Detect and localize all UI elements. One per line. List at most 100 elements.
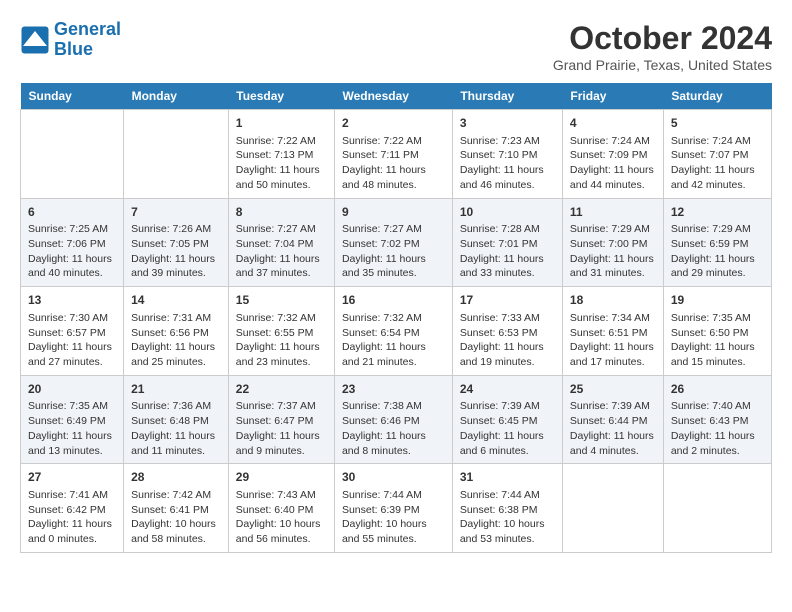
day-cell: 22Sunrise: 7:37 AM Sunset: 6:47 PM Dayli… — [228, 375, 334, 464]
day-info: Sunrise: 7:33 AM Sunset: 6:53 PM Dayligh… — [460, 311, 555, 370]
day-info: Sunrise: 7:26 AM Sunset: 7:05 PM Dayligh… — [131, 222, 221, 281]
day-info: Sunrise: 7:23 AM Sunset: 7:10 PM Dayligh… — [460, 134, 555, 193]
day-number: 30 — [342, 469, 445, 486]
day-info: Sunrise: 7:36 AM Sunset: 6:48 PM Dayligh… — [131, 399, 221, 458]
week-row-1: 1Sunrise: 7:22 AM Sunset: 7:13 PM Daylig… — [21, 110, 772, 199]
day-info: Sunrise: 7:35 AM Sunset: 6:49 PM Dayligh… — [28, 399, 116, 458]
day-cell: 8Sunrise: 7:27 AM Sunset: 7:04 PM Daylig… — [228, 198, 334, 287]
day-number: 5 — [671, 115, 764, 132]
day-number: 4 — [570, 115, 656, 132]
day-number: 3 — [460, 115, 555, 132]
week-row-2: 6Sunrise: 7:25 AM Sunset: 7:06 PM Daylig… — [21, 198, 772, 287]
day-number: 28 — [131, 469, 221, 486]
col-saturday: Saturday — [663, 83, 771, 110]
day-cell: 17 Sunrise: 7:33 AM Sunset: 6:53 PM Dayli… — [452, 287, 562, 376]
day-info: Sunrise: 7:22 AM Sunset: 7:11 PM Dayligh… — [342, 134, 445, 193]
day-info: Sunrise: 7:43 AM Sunset: 6:40 PM Dayligh… — [236, 488, 327, 547]
day-number: 12 — [671, 204, 764, 221]
day-info: Sunrise: 7:44 AM Sunset: 6:38 PM Dayligh… — [460, 488, 555, 547]
day-number: 21 — [131, 381, 221, 398]
day-cell: 9Sunrise: 7:27 AM Sunset: 7:02 PM Daylig… — [334, 198, 452, 287]
day-info: Sunrise: 7:41 AM Sunset: 6:42 PM Dayligh… — [28, 488, 116, 547]
day-number: 18 — [570, 292, 656, 309]
logo-text: General Blue — [54, 20, 121, 60]
day-number: 19 — [671, 292, 764, 309]
day-info: Sunrise: 7:39 AM Sunset: 6:45 PM Dayligh… — [460, 399, 555, 458]
day-info: Sunrise: 7:24 AM Sunset: 7:09 PM Dayligh… — [570, 134, 656, 193]
day-number: 31 — [460, 469, 555, 486]
day-info: Sunrise: 7:27 AM Sunset: 7:04 PM Dayligh… — [236, 222, 327, 281]
calendar-body: 1Sunrise: 7:22 AM Sunset: 7:13 PM Daylig… — [21, 110, 772, 553]
day-info: Sunrise: 7:28 AM Sunset: 7:01 PM Dayligh… — [460, 222, 555, 281]
day-number: 17 — [460, 292, 555, 309]
day-cell: 31 Sunrise: 7:44 AM Sunset: 6:38 PM Dayli… — [452, 464, 562, 553]
day-info: Sunrise: 7:32 AM Sunset: 6:55 PM Dayligh… — [236, 311, 327, 370]
day-number: 14 — [131, 292, 221, 309]
day-cell: 30 Sunrise: 7:44 AM Sunset: 6:39 PM Dayli… — [334, 464, 452, 553]
day-cell: 16 Sunrise: 7:32 AM Sunset: 6:54 PM Dayli… — [334, 287, 452, 376]
day-cell — [21, 110, 124, 199]
day-info: Sunrise: 7:32 AM Sunset: 6:54 PM Dayligh… — [342, 311, 445, 370]
day-cell: 6Sunrise: 7:25 AM Sunset: 7:06 PM Daylig… — [21, 198, 124, 287]
title-block: October 2024 Grand Prairie, Texas, Unite… — [553, 20, 772, 73]
day-info: Sunrise: 7:30 AM Sunset: 6:57 PM Dayligh… — [28, 311, 116, 370]
logo: General Blue — [20, 20, 121, 60]
day-number: 7 — [131, 204, 221, 221]
day-number: 2 — [342, 115, 445, 132]
calendar-header: Sunday Monday Tuesday Wednesday Thursday… — [21, 83, 772, 110]
day-info: Sunrise: 7:42 AM Sunset: 6:41 PM Dayligh… — [131, 488, 221, 547]
col-sunday: Sunday — [21, 83, 124, 110]
day-number: 6 — [28, 204, 116, 221]
day-number: 15 — [236, 292, 327, 309]
day-number: 16 — [342, 292, 445, 309]
day-cell: 4 Sunrise: 7:24 AM Sunset: 7:09 PM Daylig… — [562, 110, 663, 199]
day-info: Sunrise: 7:34 AM Sunset: 6:51 PM Dayligh… — [570, 311, 656, 370]
main-title: October 2024 — [553, 20, 772, 57]
day-number: 22 — [236, 381, 327, 398]
day-number: 13 — [28, 292, 116, 309]
col-friday: Friday — [562, 83, 663, 110]
day-number: 27 — [28, 469, 116, 486]
day-info: Sunrise: 7:29 AM Sunset: 6:59 PM Dayligh… — [671, 222, 764, 281]
calendar-table: Sunday Monday Tuesday Wednesday Thursday… — [20, 83, 772, 553]
day-cell: 19 Sunrise: 7:35 AM Sunset: 6:50 PM Dayli… — [663, 287, 771, 376]
day-info: Sunrise: 7:39 AM Sunset: 6:44 PM Dayligh… — [570, 399, 656, 458]
day-number: 23 — [342, 381, 445, 398]
day-number: 8 — [236, 204, 327, 221]
day-info: Sunrise: 7:31 AM Sunset: 6:56 PM Dayligh… — [131, 311, 221, 370]
day-cell: 7Sunrise: 7:26 AM Sunset: 7:05 PM Daylig… — [124, 198, 229, 287]
col-tuesday: Tuesday — [228, 83, 334, 110]
day-cell: 21Sunrise: 7:36 AM Sunset: 6:48 PM Dayli… — [124, 375, 229, 464]
day-cell — [562, 464, 663, 553]
day-cell — [663, 464, 771, 553]
day-cell: 20Sunrise: 7:35 AM Sunset: 6:49 PM Dayli… — [21, 375, 124, 464]
day-cell: 5Sunrise: 7:24 AM Sunset: 7:07 PM Daylig… — [663, 110, 771, 199]
day-cell: 18 Sunrise: 7:34 AM Sunset: 6:51 PM Dayli… — [562, 287, 663, 376]
day-info: Sunrise: 7:44 AM Sunset: 6:39 PM Dayligh… — [342, 488, 445, 547]
day-info: Sunrise: 7:37 AM Sunset: 6:47 PM Dayligh… — [236, 399, 327, 458]
logo-icon — [20, 25, 50, 55]
col-thursday: Thursday — [452, 83, 562, 110]
day-cell: 10Sunrise: 7:28 AM Sunset: 7:01 PM Dayli… — [452, 198, 562, 287]
day-info: Sunrise: 7:35 AM Sunset: 6:50 PM Dayligh… — [671, 311, 764, 370]
day-cell: 1Sunrise: 7:22 AM Sunset: 7:13 PM Daylig… — [228, 110, 334, 199]
week-row-4: 20Sunrise: 7:35 AM Sunset: 6:49 PM Dayli… — [21, 375, 772, 464]
day-cell: 25Sunrise: 7:39 AM Sunset: 6:44 PM Dayli… — [562, 375, 663, 464]
day-info: Sunrise: 7:29 AM Sunset: 7:00 PM Dayligh… — [570, 222, 656, 281]
week-row-5: 27 Sunrise: 7:41 AM Sunset: 6:42 PM Dayli… — [21, 464, 772, 553]
day-cell: 2 Sunrise: 7:22 AM Sunset: 7:11 PM Daylig… — [334, 110, 452, 199]
day-cell — [124, 110, 229, 199]
day-number: 20 — [28, 381, 116, 398]
day-info: Sunrise: 7:27 AM Sunset: 7:02 PM Dayligh… — [342, 222, 445, 281]
day-number: 11 — [570, 204, 656, 221]
day-info: Sunrise: 7:25 AM Sunset: 7:06 PM Dayligh… — [28, 222, 116, 281]
day-number: 24 — [460, 381, 555, 398]
week-row-3: 13 Sunrise: 7:30 AM Sunset: 6:57 PM Dayli… — [21, 287, 772, 376]
subtitle: Grand Prairie, Texas, United States — [553, 57, 772, 73]
day-info: Sunrise: 7:38 AM Sunset: 6:46 PM Dayligh… — [342, 399, 445, 458]
day-cell: 15 Sunrise: 7:32 AM Sunset: 6:55 PM Dayli… — [228, 287, 334, 376]
day-cell: 27 Sunrise: 7:41 AM Sunset: 6:42 PM Dayli… — [21, 464, 124, 553]
day-info: Sunrise: 7:40 AM Sunset: 6:43 PM Dayligh… — [671, 399, 764, 458]
day-cell: 24Sunrise: 7:39 AM Sunset: 6:45 PM Dayli… — [452, 375, 562, 464]
day-cell: 11Sunrise: 7:29 AM Sunset: 7:00 PM Dayli… — [562, 198, 663, 287]
